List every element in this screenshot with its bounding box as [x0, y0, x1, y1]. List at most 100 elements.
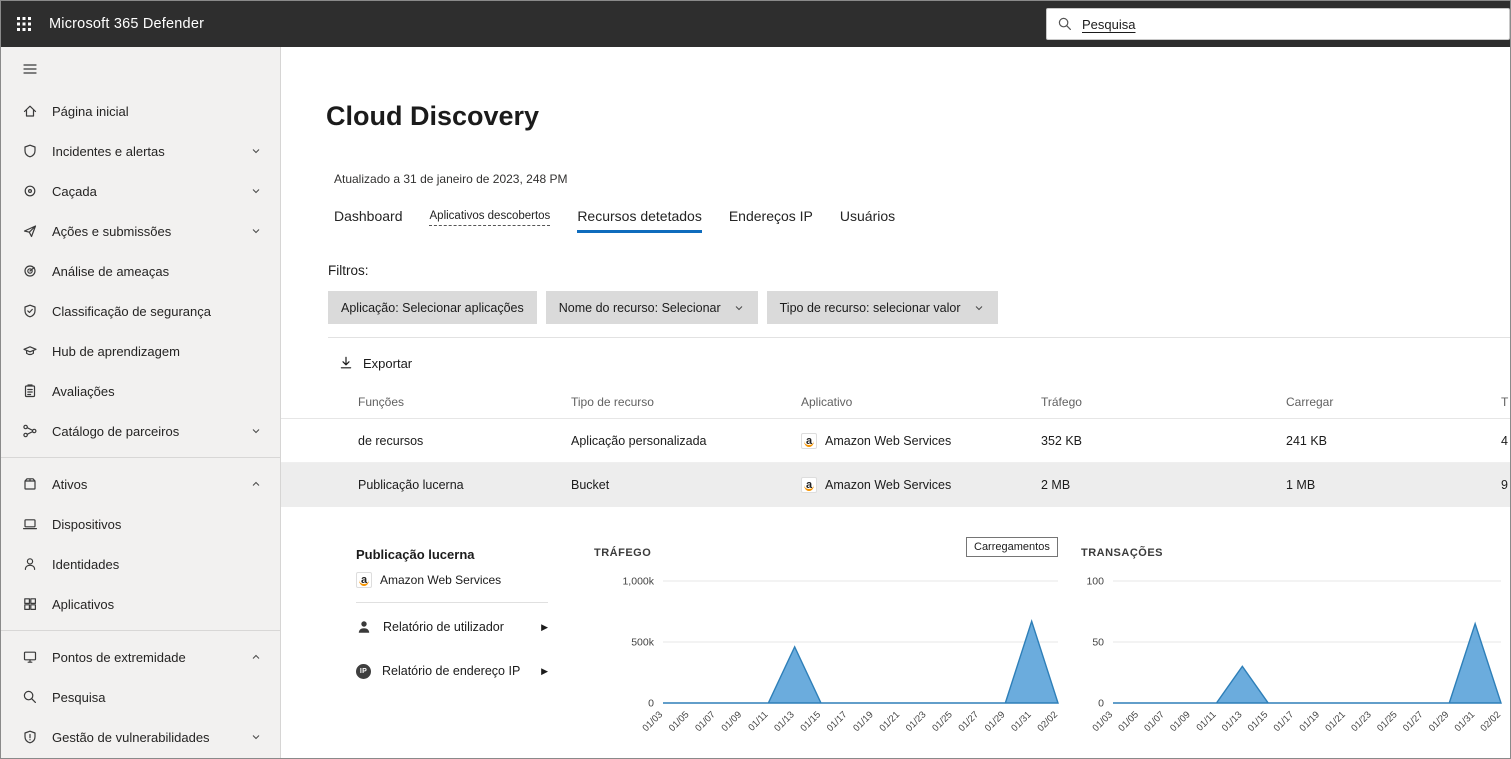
chevron-down-icon — [975, 305, 982, 310]
hamburger-icon — [23, 64, 37, 74]
page-title: Cloud Discovery — [326, 101, 540, 131]
filters-label: Filtros: — [328, 263, 369, 278]
sidebar-item-apps[interactable]: Aplicativos — [1, 584, 280, 624]
sidebar-item-label: Página inicial — [52, 103, 129, 119]
sidebar-divider — [1, 457, 280, 458]
sidebar-item-learning-hub[interactable]: Hub de aprendizagem — [1, 331, 280, 371]
user-report-link[interactable]: Relatório de utilizador ▶ — [356, 607, 548, 647]
sidebar-item-label: Dispositivos — [52, 516, 122, 532]
svg-text:01/17: 01/17 — [825, 709, 850, 734]
chevron-down-icon — [252, 229, 260, 234]
app-title: Microsoft 365 Defender — [49, 16, 205, 32]
collapse-nav-button[interactable] — [1, 47, 280, 91]
sidebar-item-assets[interactable]: Ativos — [1, 464, 280, 504]
uploads-legend-chip[interactable]: Carregamentos — [966, 537, 1058, 557]
sidebar-item-label: Avaliações — [52, 383, 115, 399]
arrow-right-icon: ▶ — [541, 665, 548, 676]
traffic-plot-area: 1,000k 500k 0 01/03 01/05 01/07 01/09 01/11 01/1… — [594, 567, 1069, 754]
col-header-trafego[interactable]: Tráfego — [1041, 395, 1286, 409]
sidebar-item-threat-analytics[interactable]: Análise de ameaças — [1, 251, 280, 291]
svg-text:01/15: 01/15 — [1246, 709, 1271, 734]
sidebar-item-endpoints[interactable]: Pontos de extremidade — [1, 637, 280, 677]
sidebar-item-home[interactable]: Página inicial — [1, 91, 280, 131]
sidebar-item-devices[interactable]: Dispositivos — [1, 504, 280, 544]
svg-text:01/15: 01/15 — [799, 709, 824, 734]
col-header-carregar[interactable]: Carregar — [1286, 395, 1501, 409]
app-name: Amazon Web Services — [380, 573, 502, 587]
table-row[interactable]: de recursos Aplicação personalizada a Am… — [281, 419, 1510, 463]
filter-label: Nome do recurso: Selecionar — [558, 300, 721, 315]
amazon-icon: a — [356, 572, 372, 588]
cell-funcoes: de recursos — [358, 433, 424, 448]
filter-resource-type[interactable]: Tipo de recurso: selecionar valor — [766, 291, 998, 324]
tab-users[interactable]: Usuários — [840, 208, 895, 233]
app-launcher-button[interactable] — [1, 1, 47, 47]
svg-text:01/07: 01/07 — [1142, 709, 1167, 734]
sidebar-item-label: Aplicativos — [52, 596, 115, 612]
chevron-up-icon — [252, 481, 260, 486]
cell-carregar: 241 KB — [1286, 433, 1328, 448]
sidebar-item-label: Análise de ameaças — [52, 263, 170, 279]
sidebar-item-label: Catálogo de parceiros — [52, 423, 180, 439]
sidebar: Página inicial Incidentes e alertas Caça… — [1, 47, 281, 758]
sidebar-item-actions-submissions[interactable]: Ações e submissões — [1, 211, 280, 251]
cell-tipo: Bucket — [571, 478, 610, 492]
shield-check-icon — [24, 304, 36, 318]
svg-text:01/09: 01/09 — [1168, 709, 1193, 734]
transactions-chart-title: TRANSAÇÕES — [1081, 547, 1164, 559]
filter-bar: Aplicação: Selecionar aplicações Nome do… — [328, 291, 1510, 324]
chevron-down-icon — [252, 189, 260, 194]
svg-text:01/21: 01/21 — [878, 709, 903, 734]
home-icon — [23, 105, 37, 117]
filter-application[interactable]: Aplicação: Selecionar aplicações — [328, 291, 537, 324]
grid-icon — [24, 598, 37, 611]
col-header-aplicativo[interactable]: Aplicativo — [801, 395, 1041, 409]
table-row-selected[interactable]: Publicação lucerna Bucket a Amazon Web S… — [281, 463, 1510, 507]
cell-trafego: 2 MB — [1041, 478, 1071, 492]
svg-text:01/29: 01/29 — [983, 709, 1008, 734]
cell-aplicativo: a Amazon Web Services — [801, 477, 1041, 493]
tab-detected-resources[interactable]: Recursos detetados — [577, 208, 702, 233]
resource-app: a Amazon Web Services — [356, 572, 548, 588]
nodes-icon — [23, 424, 37, 438]
sidebar-item-secure-score[interactable]: Classificação de segurança — [1, 291, 280, 331]
filter-resource-name[interactable]: Nome do recurso: Selecionar — [545, 291, 758, 324]
cell-aplicativo: a Amazon Web Services — [801, 432, 1041, 449]
send-icon — [23, 225, 37, 238]
monitor-icon — [23, 651, 37, 663]
sidebar-item-vulnerability-management[interactable]: Gestão de vulnerabilidades — [1, 717, 280, 757]
sidebar-item-hunting[interactable]: Caçada — [1, 171, 280, 211]
sidebar-item-label: Caçada — [52, 183, 97, 199]
col-header-funcoes[interactable]: Funções — [281, 395, 571, 409]
sidebar-item-evaluations[interactable]: Avaliações — [1, 371, 280, 411]
filter-label: Tipo de recurso: selecionar valor — [779, 300, 961, 315]
svg-text:02/02: 02/02 — [1479, 709, 1504, 734]
ip-report-link[interactable]: IP Relatório de endereço IP ▶ — [356, 651, 548, 691]
svg-text:01/27: 01/27 — [957, 709, 982, 734]
sidebar-item-search[interactable]: Pesquisa — [1, 677, 280, 717]
sidebar-item-identities[interactable]: Identidades — [1, 544, 280, 584]
sidebar-divider — [1, 630, 280, 631]
svg-text:01/05: 01/05 — [667, 709, 692, 734]
col-header-tipo[interactable]: Tipo de recurso — [571, 395, 801, 409]
search-icon — [23, 690, 36, 703]
resource-detail-panel: Publicação lucerna a Amazon Web Services… — [281, 507, 1510, 754]
svg-text:01/03: 01/03 — [641, 709, 666, 734]
tab-ip-addresses[interactable]: Endereços IP — [729, 208, 813, 233]
sidebar-item-partner-catalog[interactable]: Catálogo de parceiros — [1, 411, 280, 451]
search-input[interactable]: Pesquisa — [1046, 8, 1510, 40]
topbar: Microsoft 365 Defender Pesquisa — [1, 1, 1510, 47]
section-divider — [328, 337, 1510, 338]
svg-text:01/31: 01/31 — [1453, 709, 1478, 734]
tab-discovered-apps[interactable]: Aplicativos descobertos — [430, 210, 551, 233]
svg-text:50: 50 — [1092, 637, 1104, 649]
sidebar-item-label: Ativos — [52, 476, 88, 492]
svg-text:0: 0 — [648, 698, 654, 710]
svg-text:01/11: 01/11 — [746, 709, 770, 733]
col-header-truncated[interactable]: T — [1501, 395, 1510, 409]
svg-text:01/27: 01/27 — [1401, 709, 1426, 734]
table-header-row: Funções Tipo de recurso Aplicativo Tráfe… — [281, 385, 1510, 419]
sidebar-item-incidents-alerts[interactable]: Incidentes e alertas — [1, 131, 280, 171]
export-button[interactable]: Exportar — [338, 355, 412, 371]
tab-dashboard[interactable]: Dashboard — [334, 208, 403, 233]
